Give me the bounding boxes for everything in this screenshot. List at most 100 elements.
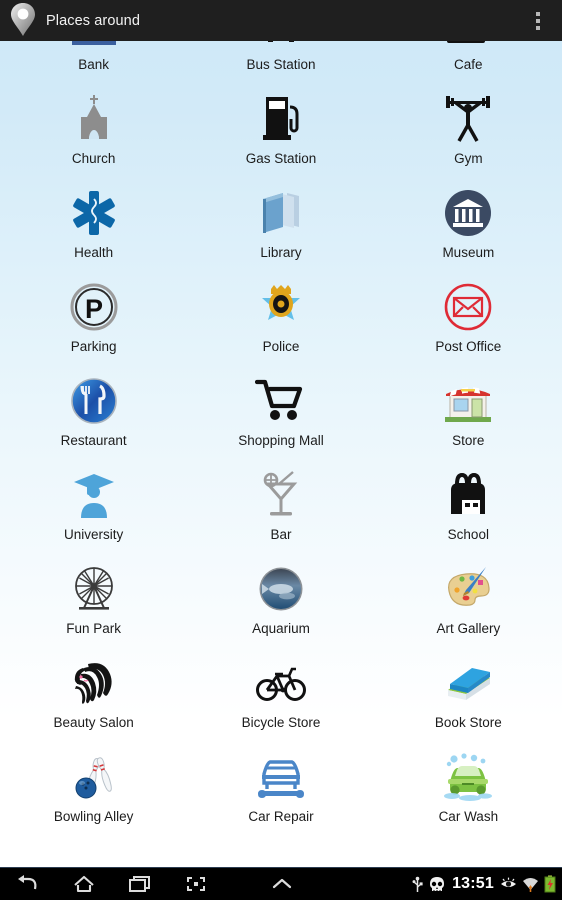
gym-icon (436, 91, 500, 147)
grid-item-label: University (64, 527, 124, 542)
chevron-up-icon (272, 878, 292, 889)
grid-item-label: Gas Station (245, 151, 317, 166)
church-icon (62, 91, 126, 147)
overflow-dot (536, 18, 540, 23)
places-scroll-area[interactable]: Bank Bus Station Cafe Church Gas Station… (0, 41, 562, 867)
grid-item-art-gallery[interactable]: Art Gallery (375, 547, 562, 641)
grid-item-label: Art Gallery (436, 621, 501, 636)
grid-item-label: Store (452, 433, 485, 448)
grid-item-gas-station[interactable]: Gas Station (187, 77, 374, 171)
city-hall-icon (436, 859, 500, 867)
app-bar: Places around (0, 0, 562, 41)
grid-item-beauty-salon[interactable]: Beauty Salon (0, 641, 187, 735)
screenshot-button[interactable] (168, 868, 224, 900)
grid-item-book-store[interactable]: Book Store (375, 641, 562, 735)
bicycle-icon (249, 655, 313, 711)
grid-item-label: Police (262, 339, 300, 354)
casino-chips-icon (62, 859, 126, 867)
grid-item-post-office[interactable]: Post Office (375, 265, 562, 359)
grid-item-label: Shopping Mall (238, 433, 324, 448)
grid-item-restaurant[interactable]: Restaurant (0, 359, 187, 453)
grid-item-label: Museum (442, 245, 495, 260)
grid-item-bowling-alley[interactable]: Bowling Alley (0, 735, 187, 829)
grid-item-label: Post Office (435, 339, 502, 354)
recent-apps-icon (129, 876, 150, 892)
beauty-salon-icon (62, 655, 126, 711)
grid-item-parking[interactable]: P Parking (0, 265, 187, 359)
grid-item-library[interactable]: Library (187, 171, 374, 265)
grid-item-cafe[interactable]: Cafe (375, 41, 562, 77)
grid-item-label: Bus Station (246, 57, 316, 72)
grid-item-health[interactable]: Health (0, 171, 187, 265)
store-icon (436, 373, 500, 429)
grid-item-bus-station[interactable]: Bus Station (187, 41, 374, 77)
expand-button[interactable] (254, 868, 310, 900)
grid-item-label: Library (260, 245, 302, 260)
grid-item-museum[interactable]: Museum (375, 171, 562, 265)
library-books-icon (249, 185, 313, 241)
grid-item-city-hall[interactable] (375, 829, 562, 867)
shopping-cart-icon (249, 373, 313, 429)
grid-item-gym[interactable]: Gym (375, 77, 562, 171)
grid-item-university[interactable]: University (0, 453, 187, 547)
battery-icon (544, 875, 556, 893)
grid-item-bank[interactable]: Bank (0, 41, 187, 77)
health-star-of-life-icon (62, 185, 126, 241)
svg-text:P: P (85, 294, 103, 324)
status-clock: 13:51 (452, 875, 494, 892)
grid-item-shopping-mall[interactable]: Shopping Mall (187, 359, 374, 453)
grid-item-label: Bar (270, 527, 292, 542)
grid-item-label: Beauty Salon (53, 715, 134, 730)
back-button[interactable] (0, 868, 56, 900)
overflow-dot (536, 11, 540, 16)
bowling-icon (62, 749, 126, 805)
grid-item-label: Bowling Alley (53, 809, 134, 824)
grid-item-store[interactable]: Store (375, 359, 562, 453)
grid-item-church[interactable]: Church (0, 77, 187, 171)
app-title: Places around (46, 12, 140, 29)
grid-item-label: Parking (70, 339, 117, 354)
grid-item-label: Bank (78, 57, 110, 72)
screenshot-icon (187, 877, 205, 891)
map-pin-icon (6, 0, 40, 41)
grid-item-fun-park[interactable]: Fun Park (0, 547, 187, 641)
bar-cocktail-icon (249, 467, 313, 523)
overflow-dot (536, 25, 540, 30)
grid-item-casino[interactable] (0, 829, 187, 867)
grid-item-car-repair[interactable]: Car Repair (187, 735, 374, 829)
grid-item-bicycle-store[interactable]: Bicycle Store (187, 641, 374, 735)
grid-item-label: Gym (454, 151, 483, 166)
university-graduate-icon (62, 467, 126, 523)
status-tray[interactable]: 13:51 (412, 868, 562, 900)
grid-item-label: Car Wash (438, 809, 499, 824)
bus-station-icon (249, 41, 313, 53)
grid-item-label: Book Store (434, 715, 502, 730)
grid-item-school[interactable]: School (375, 453, 562, 547)
car-repair-icon (249, 749, 313, 805)
aquarium-fish-icon (249, 561, 313, 617)
recent-apps-button[interactable] (112, 868, 168, 900)
grid-item-label: Aquarium (252, 621, 310, 636)
grid-item-police[interactable]: Police (187, 265, 374, 359)
grid-item-label: Church (71, 151, 116, 166)
book-store-icon (436, 655, 500, 711)
grid-item-cemetery[interactable] (187, 829, 374, 867)
restaurant-icon (62, 373, 126, 429)
grid-item-label: Car Repair (248, 809, 314, 824)
bank-icon (62, 41, 126, 53)
grid-item-aquarium[interactable]: Aquarium (187, 547, 374, 641)
grid-item-car-wash[interactable]: Car Wash (375, 735, 562, 829)
cafe-icon (436, 41, 500, 53)
grid-item-label: Health (74, 245, 114, 260)
places-grid: Bank Bus Station Cafe Church Gas Station… (0, 41, 562, 867)
grid-item-label: Fun Park (66, 621, 122, 636)
overflow-menu-icon[interactable] (524, 0, 552, 41)
home-button[interactable] (56, 868, 112, 900)
car-wash-icon (436, 749, 500, 805)
grid-item-label: Bicycle Store (241, 715, 321, 730)
fun-park-ferris-wheel-icon (62, 561, 126, 617)
eye-icon (500, 877, 517, 891)
post-office-envelope-icon (436, 279, 500, 335)
system-navigation-bar: 13:51 (0, 867, 562, 900)
grid-item-bar[interactable]: Bar (187, 453, 374, 547)
